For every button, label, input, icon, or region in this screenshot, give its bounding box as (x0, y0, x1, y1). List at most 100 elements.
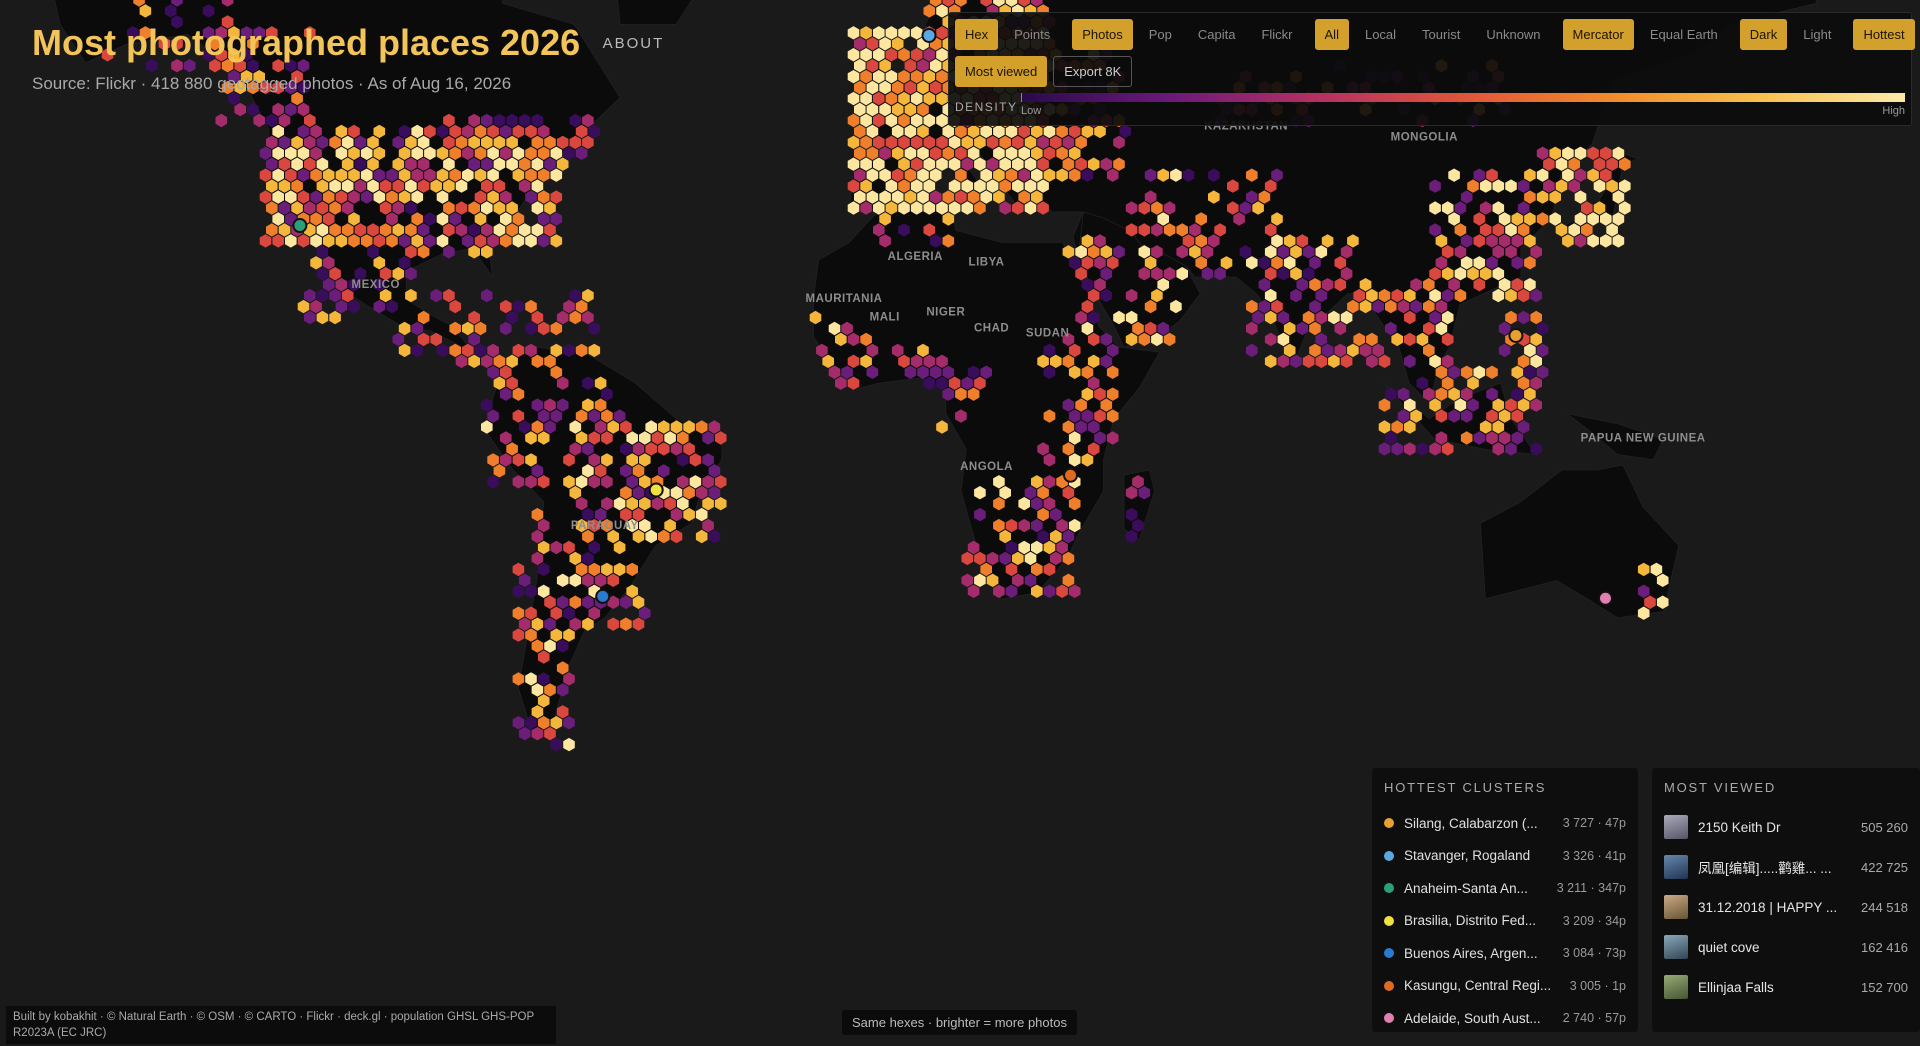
density-hex (500, 234, 512, 248)
toggle-all-button[interactable]: All (1314, 19, 1349, 50)
density-hex (544, 201, 556, 215)
density-hex (512, 562, 525, 577)
photo-thumbnail (1664, 935, 1688, 959)
density-hex (1062, 573, 1075, 587)
density-hex (304, 288, 316, 303)
density-hex (1264, 332, 1277, 347)
density-hex (537, 234, 550, 248)
toggle-hottest-button[interactable]: Hottest (1853, 19, 1915, 50)
density-hex (1530, 376, 1542, 390)
photo-title: 2150 Keith Dr (1698, 819, 1781, 835)
toggle-tourist-button[interactable]: Tourist (1412, 19, 1470, 50)
density-hex (847, 26, 860, 40)
density-hex (866, 80, 879, 95)
density-hex (417, 332, 430, 347)
density-hex (936, 157, 948, 171)
density-hex (462, 321, 474, 336)
hottest-cluster-item[interactable]: Buenos Aires, Argen... 3 084 · 73p (1384, 937, 1626, 970)
cluster-marker[interactable] (595, 588, 611, 604)
density-hex (1524, 343, 1536, 358)
density-hex (847, 135, 860, 149)
density-hex (278, 223, 291, 237)
toggle-dark-button[interactable]: Dark (1739, 19, 1788, 50)
density-hex (1517, 376, 1530, 390)
density-hex (860, 135, 872, 149)
country-label: MAURITANIA (806, 293, 883, 305)
density-hex (525, 299, 537, 314)
toggle-photos-button[interactable]: Photos (1072, 19, 1133, 50)
density-hex (854, 59, 866, 73)
density-hex (518, 727, 531, 741)
hottest-cluster-item[interactable]: Adelaide, South Aust... 2 740 · 57p (1384, 1002, 1626, 1035)
density-hex (1467, 376, 1479, 390)
hottest-cluster-item[interactable]: Stavanger, Rogaland 3 326 · 41p (1384, 840, 1626, 873)
photo-views: 152 700 (1861, 979, 1908, 995)
density-hex (1600, 234, 1612, 248)
most-viewed-item[interactable]: Ellinjaa Falls 152 700 (1664, 967, 1908, 1007)
country-label: ALGERIA (888, 251, 943, 263)
cluster-stats: 3 727 · 47p (1562, 816, 1626, 831)
toggle-unknown-button[interactable]: Unknown (1476, 19, 1550, 50)
density-hex (1524, 387, 1536, 401)
toggle-equal-earth-button[interactable]: Equal Earth (1640, 19, 1728, 50)
cluster-stats: 3 084 · 73p (1562, 946, 1626, 961)
most-viewed-item[interactable]: 31.12.2018 | HAPPY ... 244 518 (1664, 887, 1908, 927)
density-hex (695, 529, 708, 544)
cluster-stats: 3 211 · 347p (1556, 881, 1626, 896)
density-hex (474, 343, 487, 358)
export-8k-button[interactable]: Export 8K (1053, 56, 1133, 87)
country-label: ANGOLA (960, 461, 1013, 473)
page-subtitle: Source: Flickr · 418 880 geotagged photo… (32, 74, 512, 93)
hottest-cluster-item[interactable]: Kasungu, Central Regi... 3 005 · 1p (1384, 970, 1626, 1003)
toggle-mercator-button[interactable]: Mercator (1562, 19, 1634, 50)
density-hex (1530, 332, 1542, 347)
density-ramp (1021, 93, 1905, 102)
toggle-hex-button[interactable]: Hex (955, 19, 999, 50)
density-hex (1574, 190, 1587, 204)
toggle-points-button[interactable]: Points (1004, 19, 1060, 50)
cluster-marker[interactable] (1508, 327, 1524, 343)
cluster-marker[interactable] (1597, 590, 1613, 606)
map-view[interactable]: CANADARUSSIAKAZAKHSTANMONGOLIAALGERIALIB… (0, 0, 1920, 1046)
photo-views: 505 260 (1861, 819, 1908, 835)
density-hex (500, 321, 512, 336)
most-viewed-item[interactable]: quiet cove 162 416 (1664, 927, 1908, 967)
hottest-cluster-item[interactable]: Brasilia, Distrito Fed... 3 209 · 34p (1384, 905, 1626, 938)
hottest-cluster-item[interactable]: Silang, Calabarzon (... 3 727 · 47p (1384, 807, 1626, 840)
toggle-local-button[interactable]: Local (1355, 19, 1406, 50)
toggle-pop-button[interactable]: Pop (1139, 19, 1182, 50)
density-hex (297, 299, 310, 314)
density-hex (961, 551, 974, 566)
density-hex (1340, 310, 1353, 325)
density-hex (1612, 234, 1625, 248)
most-viewed-item[interactable]: 2150 Keith Dr 505 260 (1664, 807, 1908, 847)
density-hex (910, 48, 923, 62)
density-hex (1606, 223, 1618, 237)
density-hex (1448, 365, 1460, 379)
most-viewed-item[interactable]: 凤凰[编辑].....鹳雞... ... 422 725 (1664, 847, 1908, 887)
toggle-light-button[interactable]: Light (1793, 19, 1841, 50)
cluster-marker[interactable] (292, 218, 308, 234)
country-label: PAPUA NEW GUINEA (1581, 433, 1706, 445)
density-hex (550, 234, 563, 248)
density-hex (854, 124, 866, 139)
density-hex (708, 529, 721, 544)
cluster-marker[interactable] (1063, 467, 1079, 483)
density-hex (1511, 387, 1524, 401)
toolbar-row-2: Most viewed Export 8K (955, 56, 1905, 87)
toggle-flickr-button[interactable]: Flickr (1251, 19, 1302, 50)
cluster-marker[interactable] (921, 27, 937, 43)
country-label: LIBYA (969, 257, 1005, 269)
density-hex (1593, 157, 1606, 171)
cluster-marker[interactable] (648, 482, 664, 498)
toggle-capita-button[interactable]: Capita (1188, 19, 1246, 50)
density-hex (487, 475, 499, 489)
most-viewed-button[interactable]: Most viewed (955, 56, 1048, 87)
country-label: MALI (870, 312, 900, 324)
density-hex (1397, 409, 1410, 423)
density-hex (481, 288, 493, 303)
about-link[interactable]: ABOUT (603, 35, 665, 52)
hottest-cluster-item[interactable]: Anaheim-Santa An... 3 211 · 347p (1384, 872, 1626, 905)
land-australia (1479, 464, 1680, 619)
density-hex (449, 299, 461, 314)
